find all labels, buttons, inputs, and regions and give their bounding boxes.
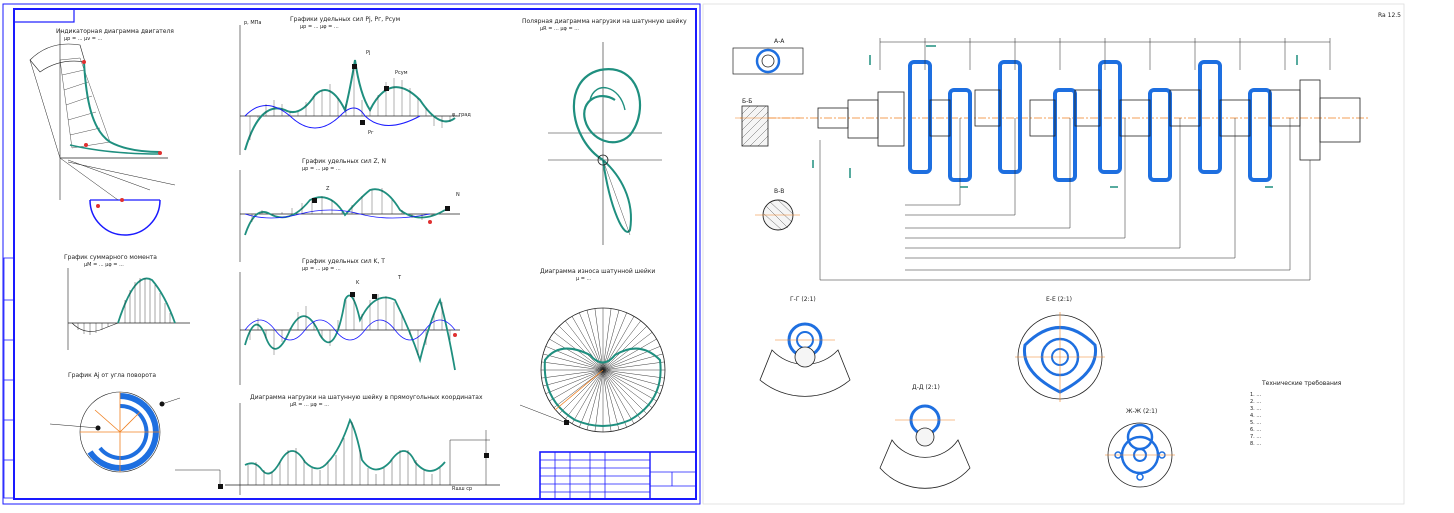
wear-ray [602, 310, 620, 371]
journal [1169, 89, 1201, 127]
section-zh-zh [1105, 422, 1175, 488]
polar-subtitle: μR = ... μφ = ... [540, 26, 579, 32]
wear-diagram [519, 307, 666, 433]
inertia-title: График Aj от угла поворота [68, 372, 157, 379]
note-line: 2. ... [1250, 399, 1262, 405]
force-zn-title: График удельных сил Z, N [302, 158, 386, 165]
wear-ray [602, 369, 657, 402]
journal [1074, 89, 1101, 127]
wear-ray [602, 369, 620, 430]
section-v-label: В-В [774, 188, 785, 195]
wear-ray [602, 369, 647, 414]
wear-ray [602, 369, 635, 424]
indicator-title: Индикаторная диаграмма двигателя [56, 28, 174, 35]
label-pj: Pj [366, 50, 371, 56]
note-line: 6. ... [1250, 427, 1262, 433]
note-line: 7. ... [1250, 434, 1262, 440]
force-graph-kt [239, 272, 460, 385]
section-v-v [755, 199, 800, 231]
right-sheet [702, 3, 1405, 505]
note-line: 5. ... [1250, 420, 1262, 426]
note-line: 3. ... [1250, 406, 1262, 412]
inertia-graph [67, 268, 190, 350]
left-binding-strip [3, 257, 15, 499]
wear-ray [602, 338, 657, 371]
note-line: 1. ... [1250, 392, 1262, 398]
wear-ray [543, 369, 604, 387]
crankshaft-main-view [740, 38, 1370, 281]
crank-web [1098, 60, 1122, 174]
section-e-e [1015, 312, 1105, 402]
section-d-label: Д-Д (2:1) [912, 384, 940, 391]
section-b-label: Б-Б [742, 98, 753, 105]
crank-web [908, 60, 932, 174]
title-block [539, 451, 697, 500]
wear-ray [549, 369, 604, 402]
rod-load-subtitle: μR = ... μφ = ... [290, 402, 329, 408]
crank-web [1053, 88, 1077, 182]
label-n: N [456, 192, 460, 198]
wear-title: Диаграмма износа шатунной шейки [540, 268, 656, 275]
section-d-d [879, 404, 971, 489]
journal [1269, 89, 1301, 127]
crank-web [1148, 88, 1172, 182]
note-line: 4. ... [1250, 413, 1262, 419]
left-corner-stamp [13, 8, 75, 23]
journal [974, 89, 1001, 127]
wear-ray [602, 369, 663, 387]
crank-web [998, 60, 1022, 174]
label-k: K [356, 280, 360, 286]
roughness-mark: Ra 12.5 [1378, 12, 1401, 19]
polar-title: Полярная диаграмма нагрузки на шатунную … [522, 18, 687, 25]
label-psum: Pсум [395, 70, 408, 76]
axis-p-1: p, МПа [244, 20, 262, 26]
right-sheet-border [702, 3, 1405, 505]
note-line: 8. ... [1250, 441, 1262, 447]
notes-title: Технические требования [1262, 380, 1342, 387]
label-r-mid: Rшш ср [452, 486, 473, 492]
wear-ray [586, 310, 604, 371]
section-g-label: Г-Г (2:1) [790, 296, 816, 303]
wear-ray [549, 338, 604, 371]
section-e-label: Е-Е (2:1) [1046, 296, 1072, 303]
section-zh-label: Ж-Ж (2:1) [1126, 408, 1158, 415]
label-pg: Pг [368, 130, 374, 136]
force-zn-subtitle: μp = ... μφ = ... [302, 166, 341, 172]
wear-ray [571, 369, 604, 424]
label-t: T [398, 275, 402, 281]
crank-web [1198, 60, 1222, 174]
torque-subtitle: μM = ... μφ = ... [84, 262, 124, 268]
forces-subtitle: μp = ... μφ = ... [300, 24, 339, 30]
section-b-b [735, 105, 800, 147]
force-graph-zn [239, 170, 460, 262]
force-graph-pj [239, 25, 460, 155]
rod-load-title: Диаграмма нагрузки на шатунную шейку в п… [250, 394, 483, 401]
drawing-canvas [2, 3, 1405, 505]
label-z: Z [326, 186, 330, 192]
forces-title: Графики удельных сил Pj, Pг, Pсум [290, 16, 401, 23]
force-kt-title: График удельных сил K, T [302, 258, 385, 265]
wear-ray [559, 369, 604, 414]
wear-ring-diagram [49, 391, 181, 473]
crank-web [1248, 88, 1272, 182]
section-a-label: А-А [774, 38, 785, 45]
torque-title: График суммарного момента [64, 254, 157, 261]
wear-ray [543, 353, 604, 371]
rod-load-graph [175, 403, 500, 495]
section-a-a [732, 47, 804, 75]
wear-ray [586, 369, 604, 430]
wear-subtitle: μ = ... [576, 276, 592, 282]
polar-diagram [548, 42, 662, 245]
indicator-subtitle: μp = ... μv = ... [64, 36, 103, 42]
indicator-diagram [29, 30, 176, 236]
axis-phi-1: φ, град [452, 112, 471, 118]
section-g-g [759, 322, 851, 397]
wear-ray [602, 353, 663, 371]
force-kt-subtitle: μp = ... μφ = ... [302, 266, 341, 272]
